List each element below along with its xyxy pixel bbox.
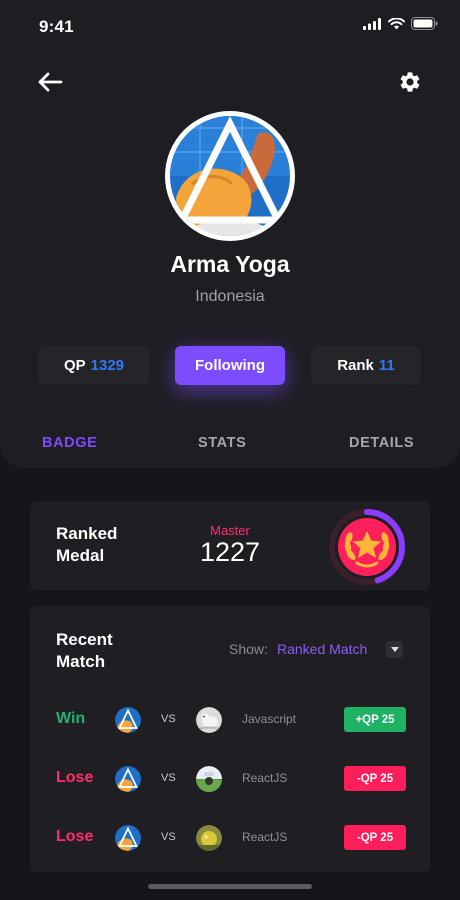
profile-name: Arma Yoga xyxy=(170,251,290,277)
qp-change-badge: +QP 25 xyxy=(344,707,406,732)
opponent-avatar xyxy=(196,766,222,792)
gear-icon xyxy=(400,72,420,92)
battery-icon xyxy=(411,17,438,30)
profile-avatar xyxy=(165,111,295,241)
player-avatar-image xyxy=(115,825,141,851)
following-button[interactable]: Following xyxy=(175,346,285,385)
match-row[interactable]: Lose VS ReactJS -QP 25 xyxy=(30,759,430,799)
player-avatar-image xyxy=(115,707,141,733)
medal-icon xyxy=(329,509,405,585)
ranked-medal-title: Ranked Medal xyxy=(56,524,118,565)
vs-label: VS xyxy=(161,713,176,725)
player-avatar xyxy=(115,707,141,733)
arrow-left-icon xyxy=(38,72,63,92)
back-button[interactable] xyxy=(34,66,66,98)
match-result: Lose xyxy=(56,828,94,845)
profile-country: Indonesia xyxy=(195,288,265,305)
rank-label: Rank xyxy=(337,357,374,374)
qp-stat-pill: QP 1329 xyxy=(38,346,150,385)
show-filter-dropdown[interactable] xyxy=(386,641,403,658)
show-filter-value[interactable]: Ranked Match xyxy=(277,641,367,657)
vs-label: VS xyxy=(161,772,176,784)
match-result: Lose xyxy=(56,769,94,786)
rank-stat-pill: Rank 11 xyxy=(311,346,421,385)
opponent-name: ReactJS xyxy=(242,830,288,844)
medal-score: 1227 xyxy=(199,537,261,567)
opponent-avatar-image xyxy=(196,707,222,733)
settings-button[interactable] xyxy=(394,66,426,98)
opponent-avatar-image xyxy=(196,766,222,792)
opponent-name: ReactJS xyxy=(242,771,288,785)
home-indicator xyxy=(148,884,312,889)
caret-down-icon xyxy=(390,647,399,652)
show-filter-label: Show: xyxy=(229,641,268,657)
opponent-avatar xyxy=(196,707,222,733)
match-row[interactable]: Win VS Javascript +QP 25 xyxy=(30,700,430,740)
medal-tier: Master xyxy=(210,523,250,538)
ranked-medal-card: Ranked Medal Master 1227 xyxy=(30,501,430,590)
tab-badge[interactable]: BADGE xyxy=(42,435,97,451)
qp-change-badge: -QP 25 xyxy=(344,766,406,791)
signal-icon xyxy=(363,17,381,30)
wifi-icon xyxy=(388,17,405,29)
opponent-name: Javascript xyxy=(242,712,297,726)
recent-match-title: Recent Match xyxy=(56,630,113,671)
status-bar: 9:41 xyxy=(0,0,460,52)
player-avatar xyxy=(115,766,141,792)
qp-value: 1329 xyxy=(90,357,125,374)
player-avatar xyxy=(115,825,141,851)
avatar-image xyxy=(170,116,290,236)
opponent-avatar xyxy=(196,825,222,851)
tab-details[interactable]: DETAILS xyxy=(349,435,414,451)
status-icons xyxy=(363,17,438,30)
vs-label: VS xyxy=(161,831,176,843)
qp-change-badge: -QP 25 xyxy=(344,825,406,850)
rank-value: 11 xyxy=(378,357,395,374)
match-row[interactable]: Lose VS ReactJS -QP 25 xyxy=(30,818,430,858)
status-time: 9:41 xyxy=(39,17,74,36)
match-result: Win xyxy=(56,710,86,727)
opponent-avatar-image xyxy=(196,825,222,851)
player-avatar-image xyxy=(115,766,141,792)
tab-stats[interactable]: STATS xyxy=(198,435,246,451)
qp-label: QP xyxy=(63,357,86,374)
